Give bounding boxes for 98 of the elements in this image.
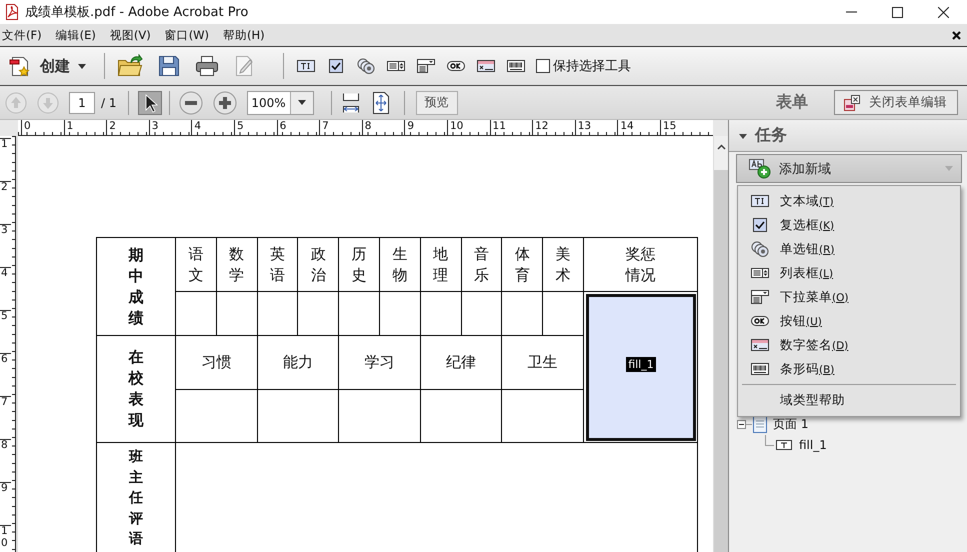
subject-header: 语文	[176, 238, 216, 291]
behavior-header: 学习	[339, 336, 420, 389]
button-icon	[750, 313, 770, 329]
checkbox-icon	[750, 217, 770, 233]
subject-header: 地理	[420, 238, 461, 291]
menu-item[interactable]: 单选钮(R)	[738, 237, 960, 261]
subject-header: 政治	[298, 238, 338, 291]
page-number-field[interactable]: 1	[69, 92, 95, 114]
menu-item[interactable]: 列表框(L)	[738, 261, 960, 285]
subject-header: 数学	[216, 238, 257, 291]
subject-header: 生物	[380, 238, 420, 291]
signature-icon	[750, 337, 770, 353]
dropdown-list-icon	[750, 289, 770, 305]
menu-item[interactable]: 条形码(B)	[738, 357, 960, 381]
button-icon[interactable]	[446, 58, 466, 74]
open-folder-icon[interactable]	[117, 54, 143, 78]
subject-header: 英语	[258, 238, 298, 291]
signature-icon[interactable]	[476, 58, 496, 74]
close-document-icon[interactable]	[952, 30, 961, 40]
caret-icon	[298, 100, 306, 105]
behavior-header: 卫生	[502, 336, 583, 389]
menu-item[interactable]: 视图(V)	[110, 28, 158, 42]
text-field-icon	[750, 193, 770, 209]
table-cell	[298, 292, 338, 335]
tree-item[interactable]: 页面 1	[773, 416, 808, 432]
scrollbar[interactable]	[713, 136, 728, 552]
window-title: 成绩单模板.pdf - Adobe Acrobat Pro	[25, 4, 248, 21]
menu-item[interactable]: 窗口(W)	[164, 28, 216, 42]
pointer-tool-icon[interactable]	[138, 90, 162, 114]
fit-width-icon[interactable]	[340, 90, 360, 114]
behavior-header: 习惯	[176, 336, 257, 389]
dropdown-list-icon[interactable]	[416, 58, 436, 74]
pdf-file-icon	[4, 3, 20, 21]
barcode-icon	[750, 361, 770, 377]
table-cell	[380, 292, 420, 335]
collapse-icon[interactable]	[737, 420, 746, 428]
fit-page-icon[interactable]	[370, 90, 390, 114]
checkbox-icon[interactable]	[326, 58, 346, 74]
behavior-header: 纪律	[420, 336, 502, 389]
mode-label: 表单	[776, 92, 808, 113]
menu-item[interactable]: 帮助(H)	[223, 28, 272, 42]
close-icon[interactable]	[938, 6, 949, 18]
menu-item[interactable]: 文件(F)	[2, 28, 49, 42]
menu-item[interactable]: 域类型帮助	[738, 388, 960, 412]
keep-tool-checkbox[interactable]: 保持选择工具	[536, 57, 631, 75]
table-cell	[258, 292, 298, 335]
menu-item[interactable]: 文本域(T)	[738, 189, 960, 213]
horizontal-ruler: 0 1 2 3 4 5 6 7 8 9 10 11 12 13 14 15	[18, 120, 713, 136]
zoom-out-icon[interactable]	[178, 90, 202, 114]
row-header: 期中成绩	[97, 238, 175, 335]
preview-button[interactable]: 预览	[416, 90, 458, 114]
menu-item[interactable]: 编辑(E)	[56, 28, 103, 42]
menu-item[interactable]: 下拉菜单(O)	[738, 285, 960, 309]
add-new-field-button[interactable]: 添加新域	[736, 154, 962, 183]
page-count: / 1	[101, 96, 116, 110]
text-field-icon[interactable]	[296, 58, 316, 74]
vertical-ruler: 1 2 3 4 5 6 7 8 9 10	[0, 136, 16, 552]
document-star-icon	[8, 54, 32, 78]
radio-buttons-icon[interactable]	[356, 58, 376, 74]
subject-header: 历史	[339, 238, 379, 291]
create-button[interactable]: 创建	[8, 54, 92, 78]
menu-item[interactable]: 复选框(K)	[738, 213, 960, 237]
row-header: 班主任评语	[97, 443, 175, 552]
row-header: 在校表现	[97, 336, 175, 442]
minimize-icon[interactable]	[846, 11, 857, 13]
subject-header: 体育	[502, 238, 542, 291]
add-field-icon	[749, 158, 771, 178]
zoom-in-icon[interactable]	[212, 90, 236, 114]
form-field[interactable]: fill_1	[586, 294, 696, 441]
subject-header: 美术	[543, 238, 583, 291]
text-field-icon	[775, 439, 793, 451]
list-box-icon	[750, 265, 770, 281]
menu-item[interactable]: 按钮(U)	[738, 309, 960, 333]
maximize-icon[interactable]	[892, 6, 903, 18]
page-icon	[753, 416, 767, 432]
radio-buttons-icon	[750, 241, 770, 257]
form-close-icon	[843, 94, 861, 112]
column-header: 奖惩情况	[584, 238, 697, 291]
subject-header: 音乐	[462, 238, 502, 291]
table-cell	[176, 292, 216, 335]
close-form-editing-button[interactable]: 关闭表单编辑	[834, 90, 958, 115]
caret-icon	[739, 132, 747, 140]
table-cell	[216, 292, 257, 335]
scroll-up-icon[interactable]	[716, 144, 726, 150]
table-cell	[502, 292, 542, 335]
list-box-icon[interactable]	[386, 58, 406, 74]
table-cell	[339, 292, 379, 335]
save-icon[interactable]	[158, 55, 180, 77]
tree-item[interactable]: fill_1	[799, 438, 827, 452]
behavior-header: 能力	[258, 336, 338, 389]
table-cell	[420, 292, 461, 335]
caret-icon	[945, 166, 953, 171]
printer-icon[interactable]	[195, 55, 219, 77]
table-cell	[462, 292, 502, 335]
zoom-combo[interactable]: 100%	[246, 90, 314, 114]
barcode-icon[interactable]	[506, 58, 526, 74]
menu-item[interactable]: 数字签名(D)	[738, 333, 960, 357]
caret-icon	[78, 64, 86, 68]
